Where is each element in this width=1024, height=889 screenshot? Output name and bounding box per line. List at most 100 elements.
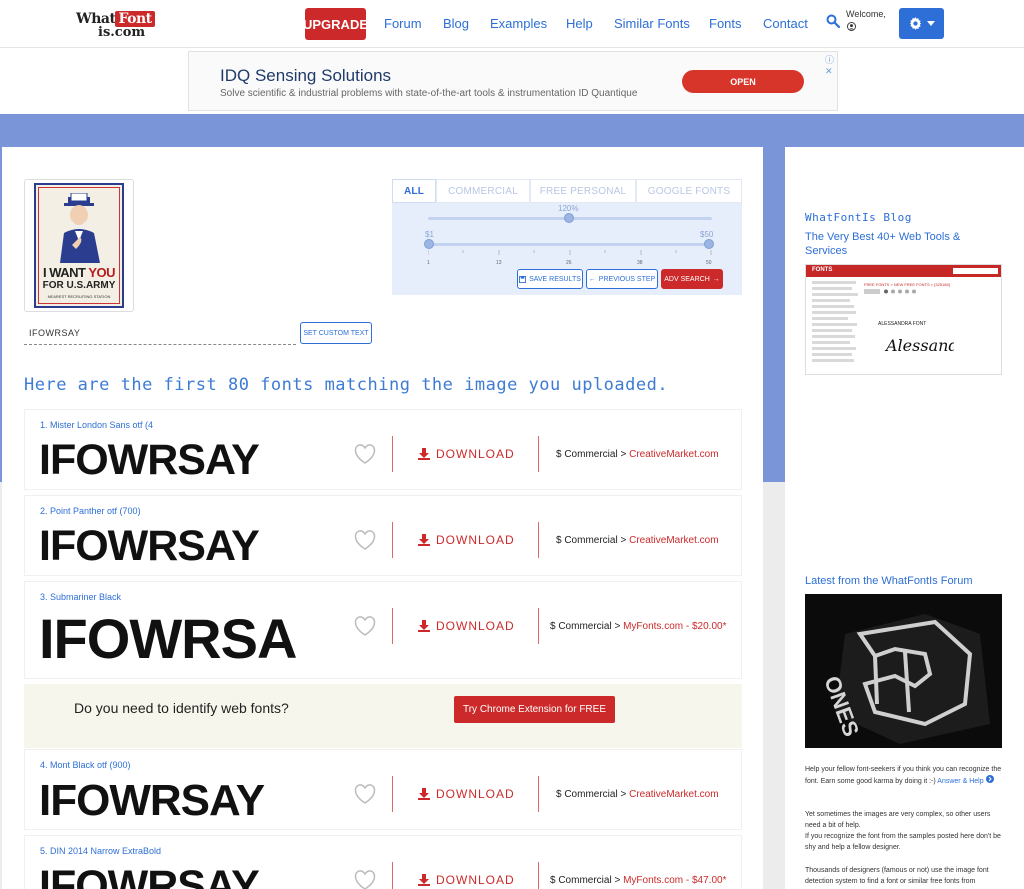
license-filter-tabs: ALL COMMERCIAL FREE PERSONAL GOOGLE FONT…: [392, 179, 742, 203]
ad-close-icon[interactable]: ⓘ ✕: [825, 53, 837, 77]
download-button[interactable]: DOWNLOAD: [418, 533, 515, 547]
adv-search-button[interactable]: ADV SEARCH →: [661, 269, 723, 289]
vendor-link[interactable]: MyFonts.com - $47.00*: [623, 875, 726, 886]
nav-contact[interactable]: Contact: [763, 16, 808, 31]
search-icon[interactable]: [826, 14, 840, 28]
divider: [392, 776, 393, 812]
size-slider-handle[interactable]: [564, 213, 574, 223]
favorite-heart-icon[interactable]: [353, 529, 377, 551]
thumb-bar-label: FONTS: [812, 267, 833, 273]
nav-forum[interactable]: Forum: [384, 16, 422, 31]
forum-heading: Latest from the WhatFontIs Forum: [805, 575, 973, 587]
set-custom-text-button[interactable]: SET CUSTOM TEXT: [300, 322, 372, 344]
tab-free-personal[interactable]: FREE PERSONAL: [530, 179, 636, 203]
font-name-link[interactable]: 3. Submariner Black: [40, 592, 121, 602]
welcome-text: Welcome,: [846, 9, 886, 19]
user-icon[interactable]: [847, 22, 856, 31]
download-icon: [418, 448, 430, 460]
license-type: $ Commercial >: [550, 875, 621, 886]
vendor-link[interactable]: CreativeMarket.com: [629, 789, 718, 800]
thumb-title: ALESSANDRA FONT: [878, 321, 927, 327]
poster-text-i-want: I WANT: [42, 265, 89, 280]
forum-post-image[interactable]: ONES: [805, 594, 1002, 748]
sidebar: WhatFontIs Blog The Very Best 40+ Web To…: [785, 147, 1024, 889]
font-preview[interactable]: IFOWRSA: [39, 606, 297, 671]
download-icon: [418, 534, 430, 546]
ad-subtitle: Solve scientific & industrial problems w…: [220, 88, 638, 99]
ad-open-button[interactable]: OPEN: [682, 70, 804, 93]
previous-step-label: PREVIOUS STEP: [598, 275, 656, 283]
font-preview[interactable]: IFOWRSAY: [39, 436, 260, 485]
ad-banner[interactable]: IDQ Sensing Solutions Solve scientific &…: [188, 51, 838, 111]
price-max-label: $50: [700, 230, 714, 239]
vendor-link[interactable]: CreativeMarket.com: [629, 449, 718, 460]
results-headline: Here are the first 80 fonts matching the…: [24, 375, 669, 395]
price-slider-min-handle[interactable]: [424, 239, 434, 249]
tab-commercial[interactable]: COMMERCIAL: [436, 179, 530, 203]
arrow-circle-right-icon[interactable]: [985, 775, 994, 783]
favorite-heart-icon[interactable]: [353, 869, 377, 889]
nav-similar-fonts[interactable]: Similar Fonts: [614, 16, 690, 31]
blog-post-link[interactable]: The Very Best 40+ Web Tools & Services: [805, 230, 1005, 258]
uncle-sam-figure-icon: [60, 193, 100, 263]
poster-text-station: NEAREST RECRUITING STATION: [47, 294, 111, 299]
answer-help-link[interactable]: Answer & Help: [937, 778, 983, 785]
font-preview[interactable]: IFOWRSAY: [39, 776, 265, 826]
uploaded-image: I WANT YOU FOR U.S.ARMY NEAREST RECRUITI…: [34, 183, 124, 308]
blog-heading: WhatFontIs Blog: [805, 211, 912, 224]
nav-help[interactable]: Help: [566, 16, 593, 31]
font-name-link[interactable]: 2. Point Panther otf (700): [40, 506, 141, 516]
tab-all[interactable]: ALL: [392, 179, 436, 203]
font-name-link[interactable]: 5. DIN 2014 Narrow ExtraBold: [40, 846, 161, 856]
divider: [392, 862, 393, 889]
download-label: DOWNLOAD: [436, 787, 515, 801]
vendor-link[interactable]: CreativeMarket.com: [629, 535, 718, 546]
thumb-header: FREE FONTS > NEW FREE FONTS > [325185]: [864, 282, 950, 287]
forum-text-thousands: Thousands of designers (famous or not) u…: [805, 867, 989, 885]
site-logo[interactable]: What Font is.com: [76, 11, 156, 40]
font-result-card: 3. Submariner Black IFOWRSA DOWNLOAD $ C…: [24, 581, 742, 679]
settings-dropdown-button[interactable]: [899, 8, 944, 39]
favorite-heart-icon[interactable]: [353, 783, 377, 805]
save-results-button[interactable]: SAVE RESULTS: [517, 269, 583, 289]
favorite-heart-icon[interactable]: [353, 615, 377, 637]
price-slider-max-handle[interactable]: [704, 239, 714, 249]
save-icon: [519, 275, 527, 283]
chrome-extension-button[interactable]: Try Chrome Extension for FREE: [454, 696, 615, 723]
download-button[interactable]: DOWNLOAD: [418, 787, 515, 801]
sample-text-input[interactable]: IFOWRSAY: [24, 325, 296, 345]
nav-fonts[interactable]: Fonts: [709, 16, 742, 31]
nav-blog[interactable]: Blog: [443, 16, 469, 31]
price-tick-label: 13: [496, 260, 502, 266]
download-button[interactable]: DOWNLOAD: [418, 619, 515, 633]
ad-banner-area: IDQ Sensing Solutions Solve scientific &…: [0, 48, 1024, 114]
vendor-link[interactable]: MyFonts.com - $20.00*: [623, 621, 726, 632]
tab-google-fonts[interactable]: GOOGLE FONTS: [636, 179, 742, 203]
font-name-link[interactable]: 1. Mister London Sans otf (4: [40, 420, 153, 430]
font-preview[interactable]: IFOWRSAY: [39, 522, 260, 571]
chrome-extension-promo: Do you need to identify web fonts? Try C…: [24, 684, 742, 748]
favorite-heart-icon[interactable]: [353, 443, 377, 465]
size-slider-value: 120%: [558, 204, 579, 213]
download-icon: [418, 874, 430, 886]
divider: [538, 608, 539, 644]
license-type: $ Commercial >: [556, 449, 627, 460]
ad-title[interactable]: IDQ Sensing Solutions: [220, 66, 391, 86]
caret-down-icon: [926, 21, 935, 26]
license-info: $ Commercial > MyFonts.com - $47.00*: [550, 875, 726, 886]
uploaded-image-thumbnail[interactable]: I WANT YOU FOR U.S.ARMY NEAREST RECRUITI…: [24, 179, 134, 312]
upgrade-button[interactable]: UPGRADE: [303, 8, 368, 40]
script-font-sample: Alessandra: [884, 336, 954, 355]
gear-icon: [909, 17, 921, 30]
price-slider-track[interactable]: [428, 243, 712, 246]
blog-post-thumbnail[interactable]: FONTS FREE FONTS > NEW FREE FONTS > [325…: [805, 264, 1002, 375]
font-preview[interactable]: IFOWRSAY: [39, 862, 260, 889]
font-name-link[interactable]: 4. Mont Black otf (900): [40, 760, 131, 770]
filter-sliders: 120% $1 $50 1 13 26 38 50 SAVE RESULTS ←…: [392, 203, 742, 295]
font-result-card: 2. Point Panther otf (700) IFOWRSAY DOWN…: [24, 495, 742, 576]
download-button[interactable]: DOWNLOAD: [418, 873, 515, 887]
forum-text-recognize: If you recognize the font from the sampl…: [805, 833, 1001, 851]
previous-step-button[interactable]: ← PREVIOUS STEP: [586, 269, 658, 289]
download-button[interactable]: DOWNLOAD: [418, 447, 515, 461]
nav-examples[interactable]: Examples: [490, 16, 547, 31]
